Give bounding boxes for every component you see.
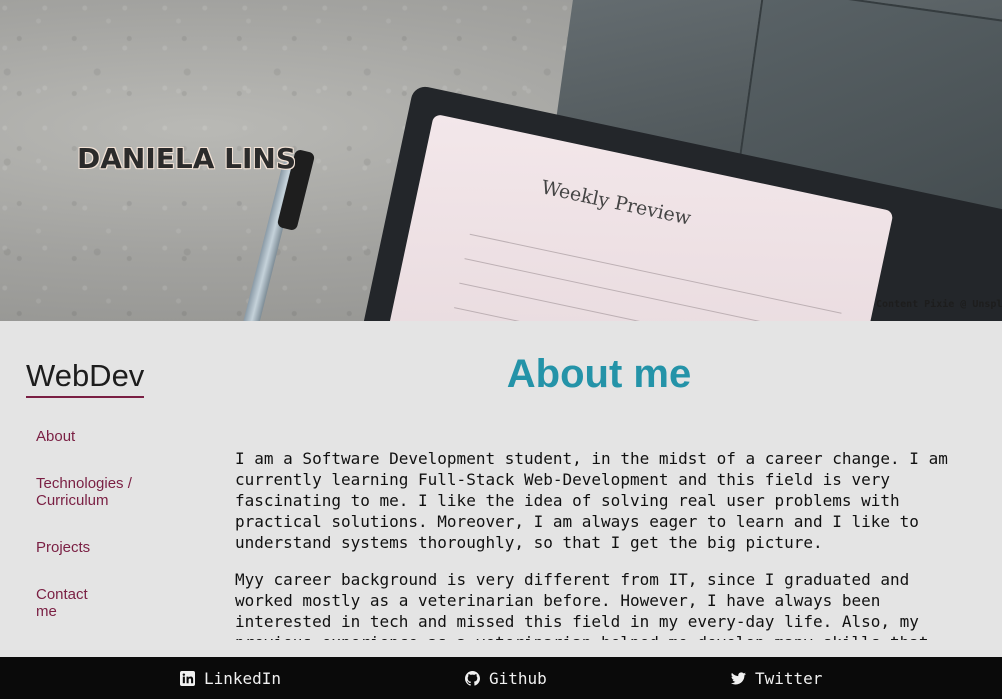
photo-credit: Content Pixie @ Unsplash xyxy=(876,299,1002,310)
nav-link-projects[interactable]: Projects xyxy=(36,539,90,556)
footer-link-github[interactable]: Github xyxy=(465,669,547,688)
footer-link-twitter[interactable]: Twitter xyxy=(731,669,822,688)
about-paragraph: I am a Software Development student, in … xyxy=(235,449,948,552)
github-icon xyxy=(465,671,480,686)
nav-link-technologies[interactable]: Technologies / Curriculum xyxy=(36,475,136,509)
footer-link-linkedin[interactable]: LinkedIn xyxy=(180,669,281,688)
page-title: About me xyxy=(506,352,692,396)
footer: LinkedIn Github Twitter xyxy=(0,657,1002,699)
about-paragraph: Myy career background is very different … xyxy=(235,570,929,640)
linkedin-icon xyxy=(180,671,195,686)
twitter-icon xyxy=(731,672,746,685)
hero-banner: Weekly Preview DANIELA LINS Content Pixi… xyxy=(0,0,1002,321)
about-text[interactable]: I am a Software Development student, in … xyxy=(235,448,955,640)
hero-title: DANIELA LINS xyxy=(77,142,297,175)
footer-link-label: LinkedIn xyxy=(204,669,282,688)
nav-link-contact[interactable]: Contact me xyxy=(36,586,96,620)
footer-link-label: Github xyxy=(489,669,547,688)
nav-link-about[interactable]: About xyxy=(36,428,75,445)
footer-link-label: Twitter xyxy=(755,669,823,688)
